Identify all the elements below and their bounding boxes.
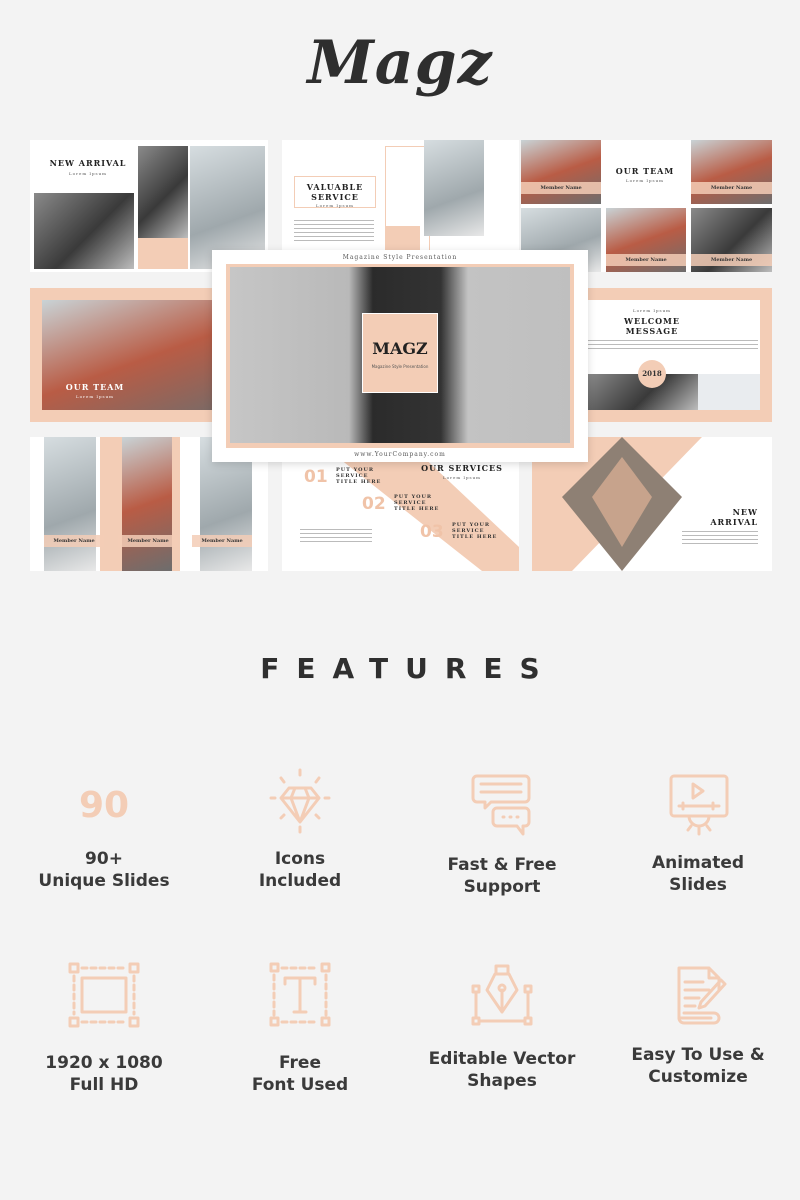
slide-title: NEW ARRIVAL xyxy=(49,158,127,168)
slide-title: OUR TEAM xyxy=(615,166,675,176)
feature-label-line1: Animated xyxy=(651,853,745,873)
photo-bag xyxy=(138,146,188,238)
feature-label-line2: Shapes xyxy=(467,1071,537,1091)
feature-vector-shapes: Editable Vector Shapes xyxy=(412,960,592,1092)
feature-label-line2: Included xyxy=(258,871,342,891)
member-name: Member Name xyxy=(44,535,104,547)
photo-member xyxy=(691,140,772,204)
member-name: Member Name xyxy=(521,182,601,194)
body-text xyxy=(682,531,758,547)
photo-member xyxy=(122,437,172,571)
slide-subtitle: Lorem Ipsum xyxy=(626,178,664,183)
year-badge: 2018 xyxy=(638,360,666,388)
cover-subtitle: Magazine Style Presentation xyxy=(371,364,429,369)
service-title: PUT YOUR SERVICE TITLE HERE xyxy=(336,467,382,485)
cover-title: MAGZ xyxy=(372,339,428,358)
feature-label-line2: Full HD xyxy=(69,1075,139,1095)
body-text xyxy=(300,529,372,543)
feature-easy-customize: Easy To Use & Customize xyxy=(608,960,788,1088)
photo-member xyxy=(521,140,601,204)
text-frame-icon xyxy=(210,960,390,1030)
feature-label-line1: Easy To Use & xyxy=(631,1045,765,1065)
slide-title: VALUABLE SERVICE xyxy=(306,182,364,202)
slide-title: OUR SERVICES xyxy=(421,463,503,473)
feature-label-line2: Slides xyxy=(669,875,727,895)
feature-icons-included: Icons Included xyxy=(210,766,390,892)
feature-label-line1: Fast & Free xyxy=(447,855,557,875)
member-name: Member Name xyxy=(606,254,686,266)
feature-label-line2: Support xyxy=(463,877,541,897)
features-heading: FEATURES xyxy=(260,652,557,685)
photo-model xyxy=(424,140,484,236)
feature-label-line2: Unique Slides xyxy=(38,871,170,891)
slide-subtitle: Lorem Ipsum xyxy=(69,171,107,176)
pen-nib-vector-icon xyxy=(412,960,592,1030)
service-title: PUT YOUR SERVICE TITLE HERE xyxy=(452,522,498,540)
member-name: Member Name xyxy=(691,254,772,266)
feature-label-line2: Customize xyxy=(648,1067,748,1087)
accent-block xyxy=(138,238,188,269)
service-number: 02 xyxy=(362,494,386,514)
body-text xyxy=(294,220,374,242)
service-number: 03 xyxy=(420,522,444,542)
resize-frame-icon xyxy=(14,960,194,1030)
slide-subtitle: Lorem Ipsum xyxy=(316,203,354,208)
slide-subtitle: Lorem Ipsum xyxy=(443,475,481,480)
feature-label-line1: 1920 x 1080 xyxy=(45,1053,163,1073)
service-title: PUT YOUR SERVICE TITLE HERE xyxy=(394,494,440,512)
slide-title: NEW ARRIVAL xyxy=(710,507,758,527)
body-text xyxy=(588,340,758,350)
photo-table xyxy=(698,374,760,410)
slide-title: WELCOME MESSAGE xyxy=(624,316,680,336)
feature-full-hd: 1920 x 1080 Full HD xyxy=(14,960,194,1096)
feature-label-line1: Editable Vector xyxy=(428,1049,576,1069)
feature-label-line1: Icons xyxy=(274,849,326,869)
feature-label-line1: Free xyxy=(279,1053,321,1073)
number-90-icon: 90 xyxy=(78,784,130,826)
feature-support: Fast & Free Support xyxy=(412,770,592,898)
member-name: Member Name xyxy=(118,535,178,547)
feature-label-line2: Font Used xyxy=(251,1075,349,1095)
photo-jacket xyxy=(34,193,134,269)
video-gear-icon xyxy=(608,770,788,840)
diamond-icon xyxy=(210,766,390,836)
cover-footer: www.YourCompany.com xyxy=(354,451,446,458)
slide-subtitle: Lorem Ipsum xyxy=(76,394,114,399)
feature-label-line1: 90+ xyxy=(85,849,123,869)
member-name: Member Name xyxy=(691,182,772,194)
feature-free-font: Free Font Used xyxy=(210,960,390,1096)
feature-unique-slides: 90 90+ Unique Slides xyxy=(14,770,194,892)
slide-cover: Magazine Style Presentation MAGZ Magazin… xyxy=(212,250,588,462)
member-name: Member Name xyxy=(192,535,252,547)
slide-kicker: Lorem Ipsum xyxy=(633,308,671,313)
photo-member xyxy=(44,437,96,571)
cover-header: Magazine Style Presentation xyxy=(342,254,458,261)
feature-animated: Animated Slides xyxy=(608,770,788,896)
service-number: 01 xyxy=(304,467,328,487)
chat-bubbles-icon xyxy=(412,770,592,840)
magz-logo: Magz xyxy=(307,28,493,98)
document-edit-icon xyxy=(608,960,788,1030)
slide-title: OUR TEAM xyxy=(65,382,125,392)
